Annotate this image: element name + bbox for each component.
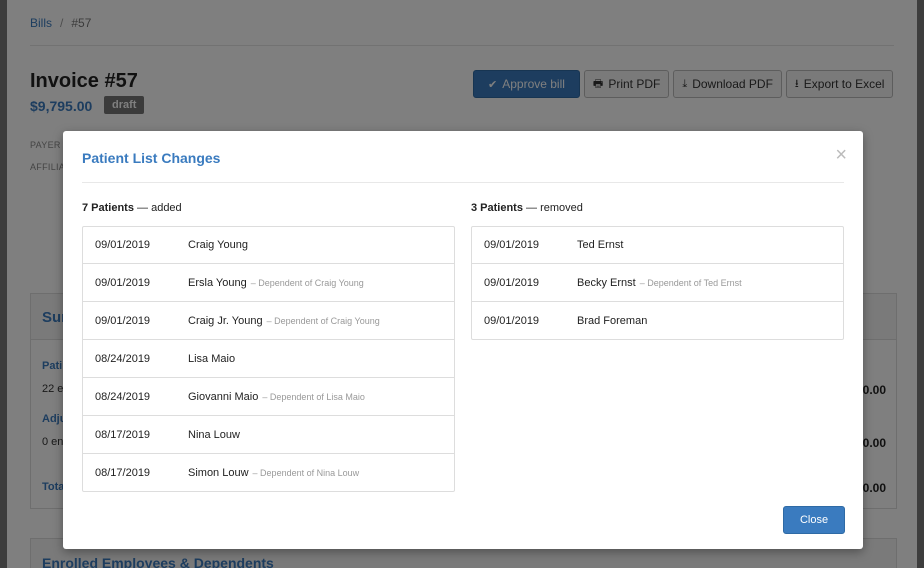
removed-suffix: — removed	[522, 202, 583, 214]
patient-date: 09/01/2019	[95, 276, 151, 289]
patient-date: 09/01/2019	[95, 314, 151, 327]
list-item: 08/24/2019 Lisa Maio	[83, 339, 454, 377]
added-suffix: — added	[133, 202, 182, 214]
patient-date: 08/24/2019	[95, 352, 151, 365]
patient-list-changes-modal: Patient List Changes × 7 Patients — adde…	[63, 131, 863, 549]
modal-divider	[82, 182, 844, 183]
patient-date: 09/01/2019	[484, 239, 540, 251]
added-count: 7 Patients	[82, 202, 134, 214]
patient-date: 09/01/2019	[484, 276, 540, 289]
dependent-note: – Dependent of Ted Ernst	[639, 277, 742, 288]
list-item: 08/24/2019 Giovanni Maio – Dependent of Li…	[83, 377, 454, 415]
dependent-note: – Dependent of Craig Young	[250, 277, 364, 288]
patient-name: Nina Louw	[188, 428, 240, 441]
dependent-note: – Dependent of Nina Louw	[252, 467, 360, 478]
patient-date: 08/24/2019	[95, 390, 151, 403]
removed-patients-column: 3 Patients — removed 09/01/2019 Ted Ernst…	[471, 202, 844, 340]
close-button[interactable]: Close	[783, 506, 845, 534]
patient-date: 08/17/2019	[95, 428, 151, 441]
patient-date: 08/17/2019	[95, 466, 151, 479]
list-item: 09/01/2019 Brad Foreman	[472, 301, 843, 339]
patient-name: Craig Jr. Young	[188, 314, 263, 327]
removed-count: 3 Patients	[471, 202, 523, 214]
added-patients-list: 09/01/2019 Craig Young 09/01/2019 Ersla You…	[82, 226, 455, 492]
list-item: 09/01/2019 Ersla Young – Dependent of Crai…	[83, 263, 454, 301]
removed-patients-heading: 3 Patients — removed	[471, 202, 844, 226]
patient-name: Brad Foreman	[577, 314, 648, 327]
patient-date: 09/01/2019	[95, 239, 151, 251]
added-patients-heading: 7 Patients — added	[82, 202, 455, 226]
removed-patients-list: 09/01/2019 Ted Ernst 09/01/2019 Becky Ernst…	[471, 226, 844, 340]
patient-name: Simon Louw	[188, 466, 249, 479]
list-item: 09/01/2019 Craig Jr. Young – Dependent of …	[83, 301, 454, 339]
list-item: 09/01/2019 Becky Ernst – Dependent of Ted …	[472, 263, 843, 301]
patient-name: Lisa Maio	[188, 352, 236, 365]
dependent-note: – Dependent of Craig Young	[266, 315, 380, 326]
list-item: 08/17/2019 Simon Louw – Dependent of Nina …	[83, 453, 454, 491]
list-item: 09/01/2019 Craig Young	[83, 227, 454, 263]
list-item: 09/01/2019 Ted Ernst	[472, 227, 843, 263]
patient-name: Craig Young	[188, 239, 248, 251]
modal-title: Patient List Changes	[82, 150, 221, 166]
added-patients-column: 7 Patients — added 09/01/2019 Craig Young…	[82, 202, 455, 492]
close-icon[interactable]: ×	[835, 145, 847, 165]
dependent-note: – Dependent of Lisa Maio	[262, 391, 365, 402]
patient-name: Giovanni Maio	[188, 390, 259, 403]
patient-name: Becky Ernst	[577, 276, 636, 289]
patient-name: Ersla Young	[188, 276, 247, 289]
list-item: 08/17/2019 Nina Louw	[83, 415, 454, 453]
patient-name: Ted Ernst	[577, 239, 624, 251]
patient-date: 09/01/2019	[484, 314, 540, 327]
